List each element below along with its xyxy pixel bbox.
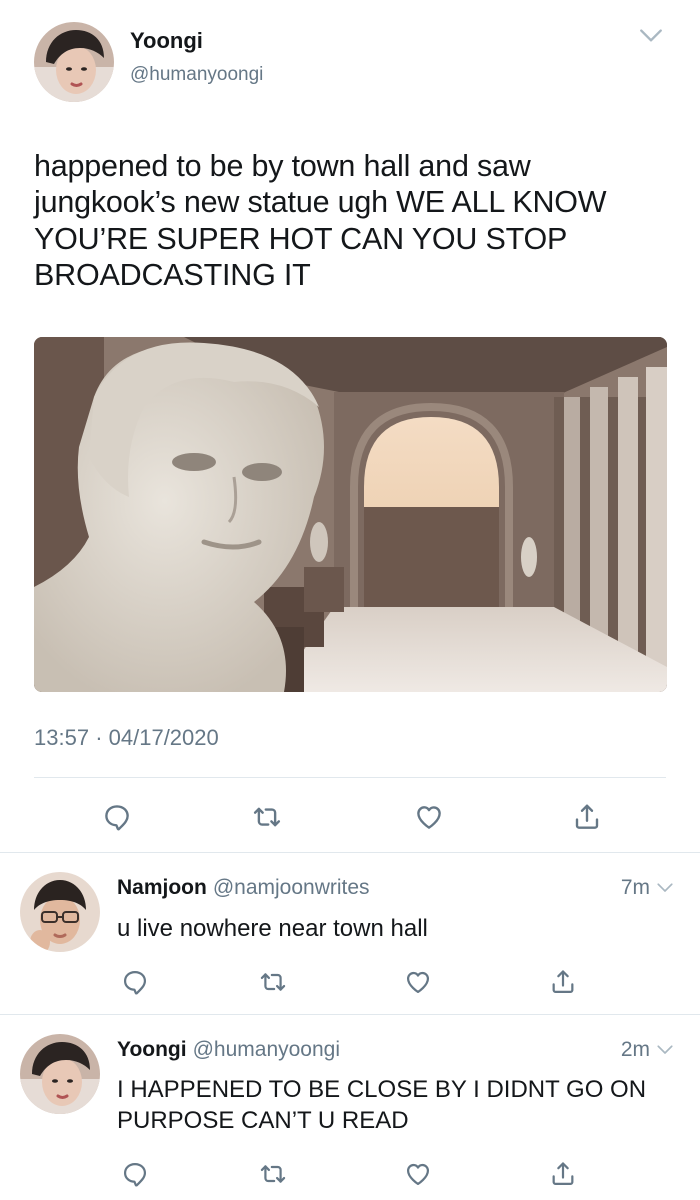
tweet-text: happened to be by town hall and saw jung… (34, 149, 607, 292)
timestamp-separator: · (95, 725, 103, 750)
retweet-icon[interactable] (258, 968, 288, 996)
retweet-icon[interactable] (258, 1160, 288, 1188)
tweet-time: 13:57 (34, 725, 90, 750)
divider (0, 852, 700, 853)
reply-icon[interactable] (100, 802, 134, 832)
reply-text: I HAPPENED TO BE CLOSE BY I DIDNT GO ON … (117, 1076, 647, 1135)
like-icon[interactable] (403, 1160, 433, 1188)
divider (0, 1014, 700, 1015)
reply-time-ago: 7m (620, 876, 650, 899)
author-name[interactable]: Yoongi (130, 28, 203, 54)
share-icon[interactable] (548, 968, 578, 996)
like-icon[interactable] (403, 968, 433, 996)
reply-time-ago: 2m (620, 1038, 650, 1061)
reply-avatar[interactable] (20, 1034, 100, 1114)
reply-avatar[interactable] (20, 872, 100, 952)
chevron-down-icon[interactable] (638, 26, 664, 46)
reply-header: Yoongi @humanyoongi (117, 1038, 340, 1062)
tweet-timestamp[interactable]: 13:57 · 04/17/2020 (34, 725, 219, 751)
reply-author-handle[interactable]: @humanyoongi (193, 1038, 340, 1061)
tweet-date: 04/17/2020 (108, 725, 219, 750)
author-handle[interactable]: @humanyoongi (130, 64, 263, 86)
reply-author-name[interactable]: Namjoon (117, 876, 207, 899)
reply-author-handle[interactable]: @namjoonwrites (213, 876, 370, 899)
reply-text: u live nowhere near town hall (117, 915, 428, 942)
reply-time: 2m (621, 1038, 674, 1062)
share-icon[interactable] (570, 802, 604, 832)
like-icon[interactable] (412, 802, 446, 832)
reply-icon[interactable] (120, 968, 150, 996)
reply-header: Namjoon @namjoonwrites (117, 876, 370, 900)
tweet-photo[interactable] (34, 337, 667, 692)
reply-time: 7m (621, 876, 674, 900)
share-icon[interactable] (548, 1160, 578, 1188)
chevron-down-icon[interactable] (656, 881, 674, 895)
author-avatar[interactable] (34, 22, 114, 102)
reply-icon[interactable] (120, 1160, 150, 1188)
reply-author-name[interactable]: Yoongi (117, 1038, 187, 1061)
chevron-down-icon[interactable] (656, 1043, 674, 1057)
retweet-icon[interactable] (250, 802, 284, 832)
divider (34, 777, 666, 778)
